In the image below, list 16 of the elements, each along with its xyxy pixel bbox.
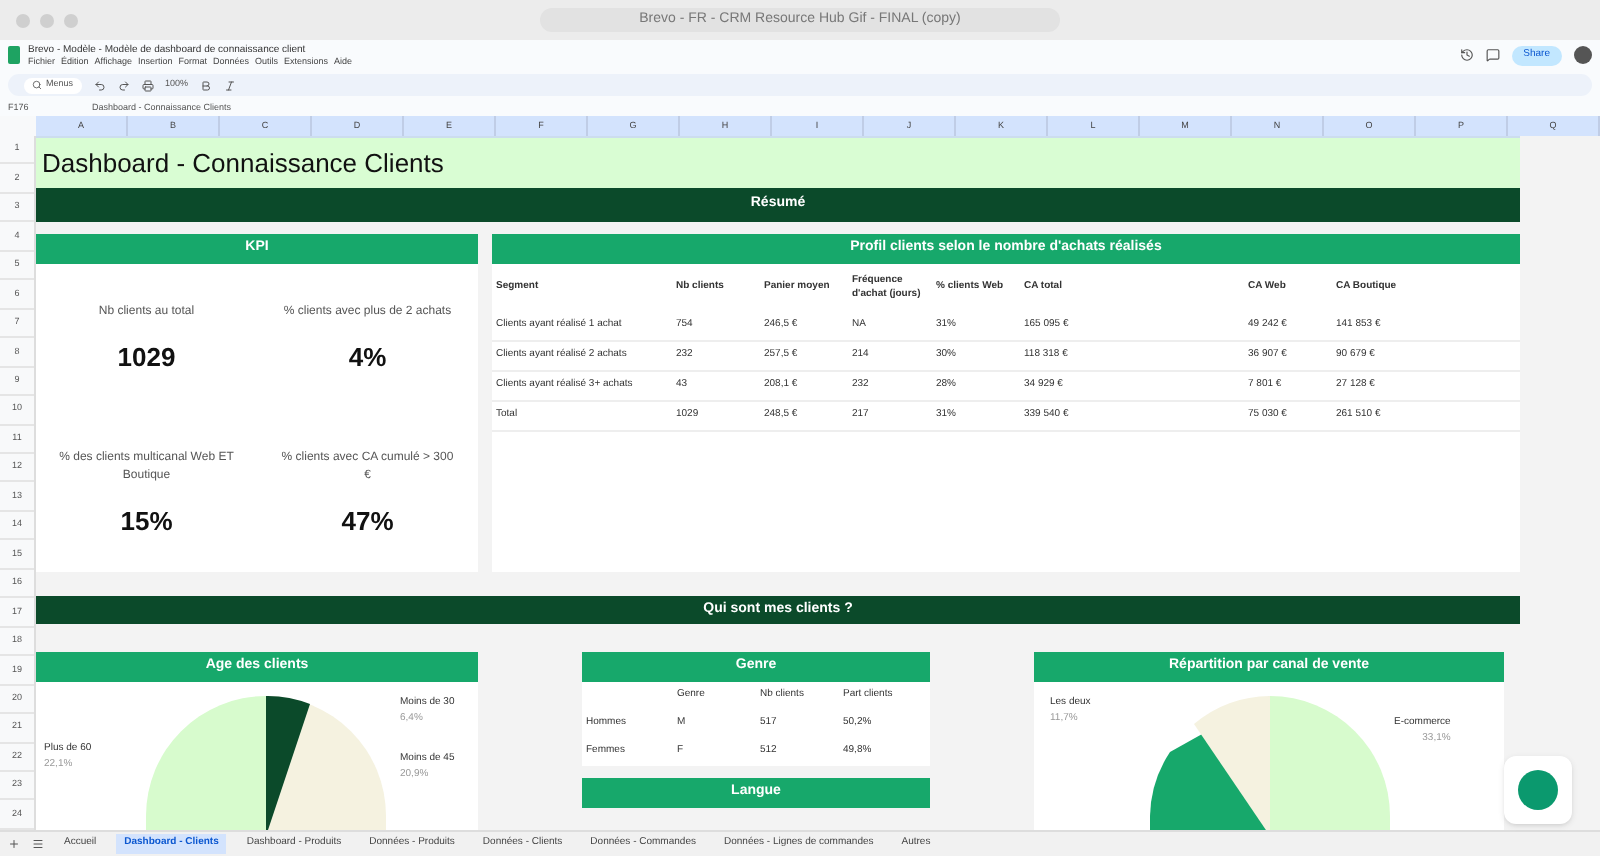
bold-icon[interactable] [200, 79, 213, 91]
kpi-value: 4% [348, 340, 387, 377]
history-icon[interactable] [1459, 48, 1474, 62]
redo-icon[interactable] [117, 79, 130, 91]
avatar-icon[interactable] [1574, 46, 1592, 64]
undo-icon[interactable] [93, 79, 106, 91]
kpi-value: 47% [341, 503, 394, 540]
menu-icon[interactable] [32, 838, 44, 850]
italic-icon[interactable] [224, 79, 237, 91]
kpi-value: 1029 [117, 340, 176, 377]
print-icon[interactable] [141, 79, 154, 91]
dashboard-title: Dashboard - Connaissance Clients [36, 136, 1520, 188]
search-icon [32, 80, 42, 90]
add-sheet-icon[interactable] [8, 838, 20, 850]
comment-icon[interactable] [1485, 48, 1500, 62]
kpi-value: 15% [120, 503, 173, 540]
